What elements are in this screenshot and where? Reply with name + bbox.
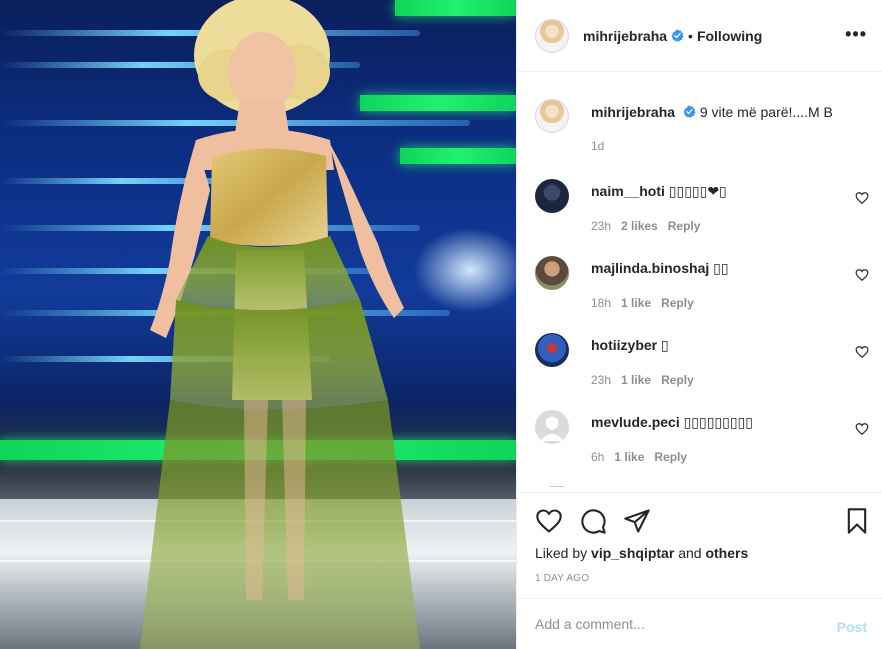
liked-by-others[interactable]: others	[705, 545, 748, 561]
share-paper-plane-icon[interactable]	[623, 507, 651, 535]
comment-username[interactable]: majlinda.binoshaj	[591, 260, 709, 276]
comment-text: naim__hoti ▯▯▯▯▯❤▯	[591, 183, 727, 200]
post-header: mihrijebraha • Following •••	[517, 0, 882, 72]
woman-in-green-gown	[140, 0, 420, 649]
caption-body: 9 vite më parë!....M B	[699, 104, 833, 120]
liked-by-prefix: Liked by	[535, 545, 588, 561]
following-button[interactable]: Following	[697, 28, 762, 44]
comment-username[interactable]: mevlude.peci	[591, 414, 680, 430]
reply-button[interactable]: Reply	[661, 373, 694, 387]
liked-by-line: Liked by vip_shqiptar and others	[535, 545, 748, 561]
like-comment-heart-icon[interactable]	[855, 268, 869, 282]
reply-button[interactable]: Reply	[661, 296, 694, 310]
add-comment-input[interactable]	[535, 613, 815, 635]
verified-badge-icon	[683, 105, 696, 118]
comment-meta: 6h 1 like Reply	[591, 450, 687, 464]
comment-text: hotiizyber ▯	[591, 337, 669, 354]
comment-username[interactable]: hotiizyber	[591, 337, 657, 353]
comment-time[interactable]: 18h	[591, 296, 611, 310]
commenter-avatar[interactable]	[535, 179, 569, 213]
comment-text: mevlude.peci ▯▯▯▯▯▯▯▯▯	[591, 414, 753, 431]
add-comment-bar: Post	[517, 598, 882, 649]
default-avatar-icon[interactable]	[535, 410, 569, 444]
comment-bubble-icon[interactable]	[579, 507, 607, 535]
comment-item: naim__hoti ▯▯▯▯▯❤▯ 23h 2 likes Reply	[535, 179, 875, 239]
comment-likes[interactable]: 2 likes	[621, 219, 658, 233]
comment-meta: 23h 2 likes Reply	[591, 219, 700, 233]
comment-likes[interactable]: 1 like	[621, 296, 651, 310]
comment-time[interactable]: 23h	[591, 373, 611, 387]
caption-text: mihrijebraha 9 vite më parë!....M B	[591, 104, 833, 120]
comment-item: hotiizyber ▯ 23h 1 like Reply	[535, 333, 875, 393]
comment-body: ▯	[661, 337, 669, 353]
post-date[interactable]: 1 DAY AGO	[535, 573, 589, 584]
comment-body: ▯▯▯▯▯❤▯	[668, 183, 727, 199]
commenter-avatar[interactable]	[535, 256, 569, 290]
post-sidebar: mihrijebraha • Following ••• mihrijebrah…	[516, 0, 882, 649]
comment-text: majlinda.binoshaj ▯▯	[591, 260, 729, 277]
comment-meta: 18h 1 like Reply	[591, 296, 694, 310]
like-comment-heart-icon[interactable]	[855, 345, 869, 359]
liked-by-user[interactable]: vip_shqiptar	[591, 545, 674, 561]
caption-time[interactable]: 1d	[591, 139, 604, 153]
comment-item: majlinda.binoshaj ▯▯ 18h 1 like Reply	[535, 256, 875, 316]
save-bookmark-icon[interactable]	[843, 507, 871, 535]
more-options-icon[interactable]: •••	[845, 24, 867, 45]
like-comment-heart-icon[interactable]	[855, 191, 869, 205]
post-photo[interactable]	[0, 0, 516, 649]
comment-meta: 23h 1 like Reply	[591, 373, 694, 387]
like-heart-icon[interactable]	[535, 507, 563, 535]
author-username[interactable]: mihrijebraha	[583, 28, 667, 44]
caption-avatar[interactable]	[535, 99, 569, 133]
comment-time[interactable]: 6h	[591, 450, 604, 464]
liked-by-suffix: and	[678, 545, 702, 561]
comments-list[interactable]: mihrijebraha 9 vite më parë!....M B 1d n…	[517, 72, 882, 492]
reply-button[interactable]: Reply	[654, 450, 687, 464]
default-avatar-silhouette	[540, 416, 564, 441]
post-comment-button[interactable]: Post	[837, 619, 867, 635]
comment-likes[interactable]: 1 like	[614, 450, 644, 464]
comment-username[interactable]: naim__hoti	[591, 183, 665, 199]
separator-dot: •	[688, 27, 693, 44]
like-comment-heart-icon[interactable]	[855, 422, 869, 436]
comment-time[interactable]: 23h	[591, 219, 611, 233]
caption-username[interactable]: mihrijebraha	[591, 104, 675, 120]
verified-badge-icon	[671, 29, 684, 42]
comment-item: mevlude.peci ▯▯▯▯▯▯▯▯▯ 6h 1 like Reply	[535, 410, 875, 470]
commenter-avatar[interactable]	[535, 333, 569, 367]
comment-body: ▯▯	[713, 260, 729, 276]
comment-likes[interactable]: 1 like	[621, 373, 651, 387]
comment-body: ▯▯▯▯▯▯▯▯▯	[683, 414, 753, 430]
reply-button[interactable]: Reply	[668, 219, 701, 233]
author-avatar[interactable]	[535, 18, 569, 53]
post-actions: Liked by vip_shqiptar and others 1 DAY A…	[517, 492, 882, 598]
